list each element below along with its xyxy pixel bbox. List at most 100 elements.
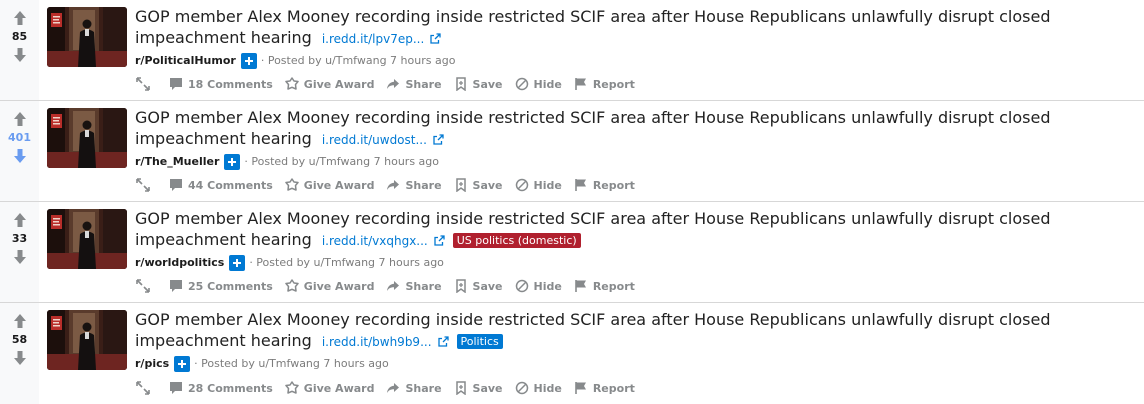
bookmark-icon — [455, 279, 466, 293]
comments-button[interactable]: 44 Comments — [169, 178, 273, 192]
save-label: Save — [472, 381, 503, 395]
share-label: Share — [405, 279, 442, 293]
post-thumbnail[interactable] — [47, 310, 127, 370]
hide-button[interactable]: Hide — [515, 279, 562, 293]
bookmark-icon — [455, 77, 466, 91]
post-actions: 18 Comments Give Award Share Save Hide R… — [135, 76, 647, 92]
subreddit-link[interactable]: r/The_Mueller — [135, 154, 219, 170]
post-content: GOP member Alex Mooney recording inside … — [135, 6, 1134, 69]
post-thumbnail[interactable] — [47, 7, 127, 67]
subreddit-link[interactable]: r/worldpolitics — [135, 255, 224, 271]
award-icon — [285, 77, 299, 90]
upvote-arrow-icon[interactable] — [13, 212, 27, 228]
comment-icon — [170, 179, 182, 191]
post-card[interactable]: 85 GOP member Alex Mooney recording insi… — [0, 0, 1144, 101]
post-card[interactable]: 33 GOP member Alex Mooney recording insi… — [0, 202, 1144, 303]
post-meta: r/worldpolitics · Posted by u/Tmfwang 7 … — [135, 255, 1134, 271]
upvote-arrow-icon[interactable] — [13, 111, 27, 127]
hide-label: Hide — [533, 279, 562, 293]
hide-button[interactable]: Hide — [515, 381, 562, 395]
report-label: Report — [592, 381, 635, 395]
comments-button[interactable]: 18 Comments — [169, 77, 273, 91]
subreddit-link[interactable]: r/PoliticalHumor — [135, 53, 236, 69]
external-link-icon[interactable] — [437, 336, 449, 347]
share-button[interactable]: Share — [386, 178, 442, 192]
report-button[interactable]: Report — [574, 77, 635, 91]
vote-column: 401 — [0, 101, 39, 201]
report-button[interactable]: Report — [574, 381, 635, 395]
post-domain-link[interactable]: i.redd.it/bwh9b9... — [322, 335, 432, 349]
external-link-icon[interactable] — [433, 134, 444, 145]
vote-score: 33 — [11, 232, 28, 245]
downvote-arrow-icon[interactable] — [13, 249, 27, 265]
post-thumbnail[interactable] — [47, 209, 127, 269]
vote-score: 401 — [8, 131, 31, 144]
share-label: Share — [405, 178, 442, 192]
join-subreddit-button[interactable] — [229, 255, 246, 271]
comments-button[interactable]: 28 Comments — [169, 381, 273, 395]
upvote-arrow-icon[interactable] — [13, 10, 27, 26]
share-icon — [387, 180, 400, 190]
downvote-arrow-icon[interactable] — [13, 350, 27, 366]
give-award-label: Give Award — [303, 178, 375, 192]
join-subreddit-button[interactable] — [224, 154, 241, 170]
give-award-button[interactable]: Give Award — [285, 77, 374, 91]
give-award-button[interactable]: Give Award — [285, 178, 375, 192]
comments-button[interactable]: 25 Comments — [169, 279, 273, 293]
save-button[interactable]: Save — [454, 178, 503, 192]
post-title[interactable]: GOP member Alex Mooney recording inside … — [135, 7, 1050, 47]
save-label: Save — [472, 77, 503, 91]
post-domain-link[interactable]: i.redd.it/vxqhgx... — [322, 234, 428, 248]
hide-button[interactable]: Hide — [515, 77, 562, 91]
share-button[interactable]: Share — [386, 279, 442, 293]
save-button[interactable]: Save — [454, 279, 503, 293]
posted-by-text: · Posted by u/Tmfwang 7 hours ago — [244, 155, 440, 168]
hide-button[interactable]: Hide — [515, 178, 562, 192]
downvote-arrow-icon[interactable] — [13, 148, 27, 164]
post-title-line: GOP member Alex Mooney recording inside … — [135, 107, 1134, 151]
join-subreddit-button[interactable] — [240, 53, 257, 69]
bookmark-icon — [455, 381, 466, 395]
give-award-button[interactable]: Give Award — [285, 279, 375, 293]
expand-icon[interactable] — [135, 177, 151, 193]
post-actions: 25 Comments Give Award Share Save Hide R… — [135, 278, 647, 294]
report-button[interactable]: Report — [574, 178, 635, 192]
expand-icon[interactable] — [135, 278, 151, 294]
share-icon — [387, 383, 400, 393]
post-card[interactable]: 401 GOP member Alex Mooney recording ins… — [0, 101, 1144, 202]
share-icon — [387, 281, 400, 291]
save-button[interactable]: Save — [454, 381, 503, 395]
expand-icon[interactable] — [135, 76, 151, 92]
comment-icon — [170, 280, 182, 292]
give-award-button[interactable]: Give Award — [285, 381, 374, 395]
subreddit-link[interactable]: r/pics — [135, 356, 169, 372]
comments-count: 44 Comments — [188, 178, 273, 192]
post-domain-link[interactable]: i.redd.it/uwdost... — [322, 133, 427, 147]
downvote-arrow-icon[interactable] — [13, 47, 27, 63]
share-button[interactable]: Share — [386, 381, 442, 395]
award-icon — [285, 279, 299, 292]
give-award-label: Give Award — [303, 279, 375, 293]
posted-by-text: · Posted by u/Tmfwang 7 hours ago — [249, 256, 444, 269]
post-thumbnail[interactable] — [47, 108, 127, 168]
plus-icon — [244, 57, 253, 65]
upvote-arrow-icon[interactable] — [13, 313, 27, 329]
save-button[interactable]: Save — [454, 77, 503, 91]
share-label: Share — [405, 381, 442, 395]
post-feed: 85 GOP member Alex Mooney recording insi… — [0, 0, 1144, 404]
external-link-icon[interactable] — [430, 33, 441, 44]
external-link-icon[interactable] — [434, 235, 445, 246]
post-domain-link[interactable]: i.redd.it/lpv7ep... — [322, 32, 424, 46]
share-button[interactable]: Share — [386, 77, 442, 91]
join-subreddit-button[interactable] — [174, 356, 191, 372]
report-label: Report — [592, 178, 635, 192]
post-title-line: GOP member Alex Mooney recording inside … — [135, 309, 1134, 353]
post-card[interactable]: 58 GOP member Alex Mooney recording insi… — [0, 303, 1144, 404]
post-title[interactable]: GOP member Alex Mooney recording inside … — [135, 108, 1050, 148]
comments-count: 25 Comments — [188, 279, 273, 293]
report-button[interactable]: Report — [574, 279, 635, 293]
expand-icon[interactable] — [135, 380, 151, 396]
post-title[interactable]: GOP member Alex Mooney recording inside … — [135, 310, 1050, 350]
flag-icon — [575, 382, 586, 394]
post-title[interactable]: GOP member Alex Mooney recording inside … — [135, 209, 1050, 249]
